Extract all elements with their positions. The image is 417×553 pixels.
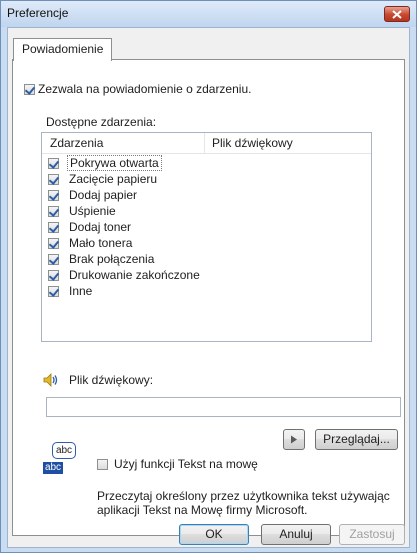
event-row[interactable]: Brak połączenia [48,251,154,267]
tts-icon-top-text: abc [55,445,73,456]
sound-file-input[interactable] [46,397,401,417]
events-list-header: Zdarzenia Plik dźwiękowy [42,133,371,154]
browse-button-label: Przeglądaj... [323,432,390,446]
tts-icon-bubble: abc [52,442,76,459]
event-checkbox[interactable] [48,285,59,297]
sound-file-row: Plik dźwiękowy: [43,373,153,387]
event-row[interactable]: Drukowanie zakończone [48,267,200,283]
title-bar[interactable]: Preferencje [1,1,416,27]
tts-icon-bottom-text: abc [44,462,62,473]
tts-icon-block: abc [43,462,63,474]
window-title: Preferencje [7,6,69,20]
enable-notification-row[interactable]: Zezwala na powiadomienie o zdarzeniu. [24,82,251,96]
apply-button-label: Zastosuj [349,527,395,541]
column-separator [204,133,205,153]
column-header-sound-file[interactable]: Plik dźwiękowy [212,136,293,150]
event-row[interactable]: Dodaj toner [48,219,131,235]
event-checkbox[interactable] [48,189,59,201]
event-label: Mało tonera [69,236,133,250]
event-row[interactable]: Uśpienie [48,203,116,219]
tab-panel: Zezwala na powiadomienie o zdarzeniu. Do… [12,59,405,536]
event-checkbox[interactable] [48,173,59,185]
event-row[interactable]: Pokrywa otwarta [48,155,162,171]
event-label: Dodaj toner [69,220,132,234]
cancel-button[interactable]: Anuluj [261,524,331,545]
tts-row[interactable]: Użyj funkcji Tekst na mowę [97,457,258,471]
event-label: Inne [69,284,93,298]
tab-notification[interactable]: Powiadomienie [13,38,113,61]
event-row[interactable]: Inne [48,283,92,299]
play-sound-button[interactable] [283,429,305,450]
event-label: Drukowanie zakończone [69,268,200,282]
browse-button[interactable]: Przeglądaj... [315,429,398,450]
tts-checkbox[interactable] [97,458,108,470]
column-header-events[interactable]: Zdarzenia [50,136,103,150]
event-row[interactable]: Zacięcie papieru [48,171,157,187]
event-label: Pokrywa otwarta [67,155,162,171]
tts-description: Przeczytaj określony przez użytkownika t… [97,489,390,517]
text-to-speech-icon: abc abc [43,442,77,478]
event-checkbox[interactable] [48,253,59,265]
event-checkbox[interactable] [48,237,59,249]
dialog-client: Powiadomienie Zezwala na powiadomienie o… [7,27,410,548]
event-label: Dodaj papier [69,188,138,202]
event-checkbox[interactable] [48,205,59,217]
ok-button[interactable]: OK [179,524,249,545]
enable-notification-label: Zezwala na powiadomienie o zdarzeniu. [38,82,252,96]
play-icon [291,435,297,444]
event-checkbox[interactable] [48,157,59,169]
event-label: Uśpienie [69,204,116,218]
event-row[interactable]: Dodaj papier [48,187,137,203]
speaker-icon [43,373,58,387]
tts-checkbox-label: Użyj funkcji Tekst na mowę [114,457,258,471]
events-section-label: Dostępne zdarzenia: [46,115,157,129]
apply-button[interactable]: Zastosuj [339,524,405,545]
tab-label: Powiadomienie [22,42,104,56]
event-checkbox[interactable] [48,221,59,233]
enable-notification-checkbox[interactable] [24,83,35,95]
event-row[interactable]: Mało tonera [48,235,132,251]
events-list[interactable]: Zdarzenia Plik dźwiękowy Pokrywa otwarta… [41,132,372,342]
event-label: Zacięcie papieru [69,172,158,186]
event-checkbox[interactable] [48,269,59,281]
close-icon [392,9,402,19]
cancel-button-label: Anuluj [279,527,313,541]
preferences-window: Preferencje Powiadomienie Zezwala na pow… [0,0,417,553]
event-label: Brak połączenia [69,252,155,266]
close-button[interactable] [384,6,410,22]
ok-button-label: OK [205,527,223,541]
sound-file-label: Plik dźwiękowy: [69,373,154,387]
